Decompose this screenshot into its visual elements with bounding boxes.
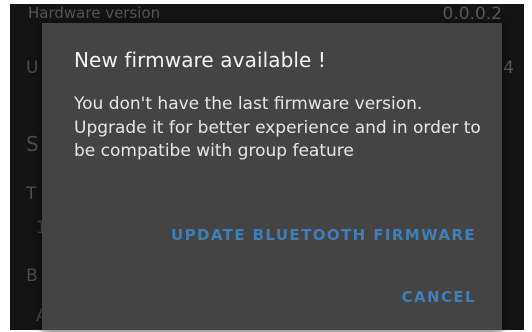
hardware-version-value: 0.0.0.2 bbox=[442, 4, 502, 24]
settings-row-label: U bbox=[26, 58, 39, 78]
update-bluetooth-firmware-button[interactable]: UPDATE BLUETOOTH FIRMWARE bbox=[171, 226, 476, 244]
cancel-button[interactable]: CANCEL bbox=[402, 288, 476, 306]
section-header: S bbox=[26, 132, 39, 156]
settings-row-value: 4 bbox=[503, 58, 514, 78]
dialog-title: New firmware available ! bbox=[74, 48, 327, 72]
dialog-message: You don't have the last firmware version… bbox=[74, 94, 481, 161]
settings-row-label: B bbox=[26, 266, 38, 286]
settings-row-label: T bbox=[26, 184, 37, 204]
firmware-update-dialog: New firmware available ! You don't have … bbox=[42, 23, 502, 330]
hardware-version-label: Hardware version bbox=[28, 4, 161, 22]
